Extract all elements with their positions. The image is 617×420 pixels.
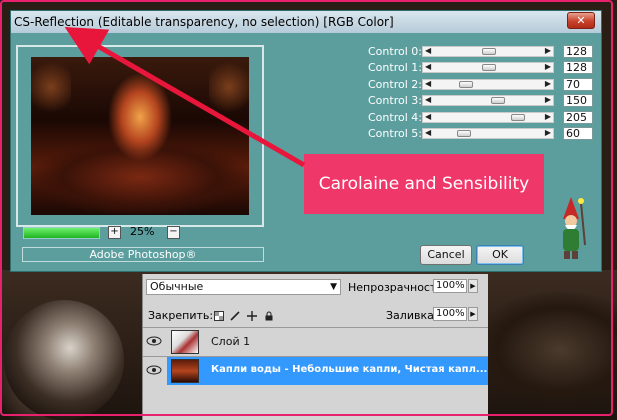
outer-frame (0, 0, 613, 416)
